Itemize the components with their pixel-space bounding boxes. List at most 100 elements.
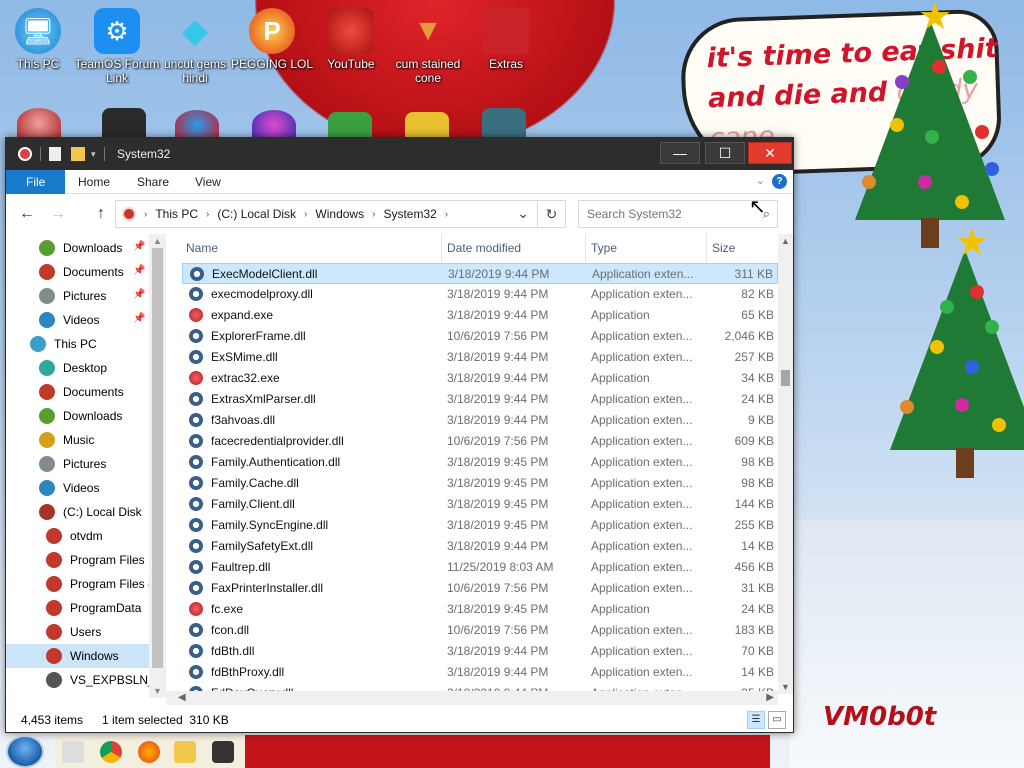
breadcrumb-windows[interactable]: Windows (315, 207, 364, 221)
breadcrumb-this-pc[interactable]: This PC (155, 207, 198, 221)
file-row[interactable]: facecredentialprovider.dll 10/6/2019 7:56… (182, 431, 778, 452)
file-row[interactable]: ExplorerFrame.dll 10/6/2019 7:56 PM Applic… (182, 326, 778, 347)
column-name[interactable]: Name (186, 241, 218, 255)
sidebar-item[interactable]: ProgramData (6, 596, 149, 620)
file-row[interactable]: Family.SyncEngine.dll 3/18/2019 9:45 PM Ap… (182, 515, 778, 536)
file-row[interactable]: execmodelproxy.dll 3/18/2019 9:44 PM Appli… (182, 284, 778, 305)
file-row[interactable]: expand.exe 3/18/2019 9:44 PM Application 65… (182, 305, 778, 326)
desktop-icon-partial[interactable] (17, 108, 61, 138)
up-button[interactable]: ↑ (92, 205, 110, 223)
tab-view[interactable]: View (181, 170, 235, 194)
firefox-icon[interactable] (138, 741, 160, 763)
sidebar-item[interactable]: otvdm (6, 524, 149, 548)
horizontal-scrollbar[interactable]: ◀ ▶ (166, 691, 778, 705)
file-list-scrollbar[interactable]: ▲ ▼ (778, 234, 793, 694)
new-folder-icon[interactable] (71, 147, 85, 161)
search-input[interactable] (587, 201, 757, 227)
minimize-button[interactable]: — (660, 142, 700, 164)
sidebar-item[interactable]: Downloads 📌 (6, 236, 149, 260)
file-row[interactable]: ExecModelClient.dll 3/18/2019 9:44 PM Appl… (182, 263, 778, 284)
tab-home[interactable]: Home (64, 170, 124, 194)
properties-icon[interactable] (49, 147, 61, 161)
address-bar[interactable]: › This PC › (C:) Local Disk › Windows › … (115, 200, 538, 228)
file-row[interactable]: Faultrep.dll 11/25/2019 8:03 AM Applicatio… (182, 557, 778, 578)
navigation-pane[interactable]: Downloads 📌 Documents 📌 Pictures 📌 Videos 📌 This… (6, 234, 149, 698)
scroll-up-icon[interactable]: ▲ (781, 236, 790, 246)
tab-share[interactable]: Share (123, 170, 183, 194)
scroll-right-icon[interactable]: ▶ (766, 692, 774, 703)
file-row[interactable]: ExSMime.dll 3/18/2019 9:44 PM Application … (182, 347, 778, 368)
sidebar-item[interactable]: Music (6, 428, 149, 452)
title-bar[interactable]: ▾ System32 — ☐ ✕ (6, 138, 793, 170)
sidebar-item[interactable]: Pictures (6, 452, 149, 476)
nav-pane-scrollbar[interactable]: ▲ ▼ (149, 234, 166, 698)
sidebar-item[interactable]: Documents (6, 380, 149, 404)
help-icon[interactable]: ? (772, 174, 787, 189)
maximize-button[interactable]: ☐ (705, 142, 745, 164)
file-row[interactable]: extrac32.exe 3/18/2019 9:44 PM Application… (182, 368, 778, 389)
desktop-icon-partial[interactable] (252, 110, 296, 140)
refresh-button[interactable]: ↻ (538, 200, 566, 228)
file-row[interactable]: Family.Cache.dll 3/18/2019 9:45 PM Applica… (182, 473, 778, 494)
column-size[interactable]: Size (712, 241, 735, 255)
desktop-icon-partial[interactable] (175, 110, 219, 140)
taskbar-app-icon[interactable] (62, 741, 84, 763)
breadcrumb-system32[interactable]: System32 (383, 207, 436, 221)
address-dropdown-icon[interactable]: ⌄ (517, 205, 529, 222)
sidebar-item[interactable]: This PC (6, 332, 149, 356)
desktop-icon-partial[interactable] (102, 108, 146, 138)
column-type[interactable]: Type (591, 241, 617, 255)
desktop-icon-teamos[interactable]: ⚙ TeamOS Forum Link (74, 8, 160, 85)
breadcrumb-local-disk[interactable]: (C:) Local Disk (217, 207, 296, 221)
scrollbar-thumb[interactable] (781, 370, 790, 386)
sidebar-item[interactable]: Videos 📌 (6, 308, 149, 332)
file-row[interactable]: f3ahvoas.dll 3/18/2019 9:44 PM Application… (182, 410, 778, 431)
file-row[interactable]: fc.exe 3/18/2019 9:45 PM Application 24 KB (182, 599, 778, 620)
desktop-icon-cone[interactable]: ▼ cum stained cone (385, 8, 471, 86)
tab-file[interactable]: File (6, 170, 66, 194)
scroll-down-icon[interactable]: ▼ (153, 686, 162, 696)
sidebar-item[interactable]: (C:) Local Disk (6, 500, 149, 524)
sidebar-item[interactable]: Users (6, 620, 149, 644)
sidebar-item[interactable]: Desktop (6, 356, 149, 380)
large-icons-view-button[interactable]: ▭ (768, 711, 786, 729)
file-row[interactable]: fdBthProxy.dll 3/18/2019 9:44 PM Applicati… (182, 662, 778, 683)
taskbar-app-icon[interactable] (212, 741, 234, 763)
desktop-icon-partial[interactable] (482, 108, 526, 138)
sidebar-item[interactable]: Program Files (6, 548, 149, 572)
start-button[interactable] (6, 735, 44, 768)
file-row[interactable]: FamilySafetyExt.dll 3/18/2019 9:44 PM Appl… (182, 536, 778, 557)
sidebar-item[interactable]: Program Files ( (6, 572, 149, 596)
file-explorer-icon[interactable] (174, 741, 196, 763)
sidebar-item[interactable]: Videos (6, 476, 149, 500)
scroll-up-icon[interactable]: ▲ (153, 236, 162, 246)
file-row[interactable]: ExtrasXmlParser.dll 3/18/2019 9:44 PM Appl… (182, 389, 778, 410)
scrollbar-thumb[interactable] (152, 248, 163, 668)
scroll-down-icon[interactable]: ▼ (781, 682, 790, 692)
ribbon-expand-icon[interactable]: ⌄ (756, 174, 765, 187)
sidebar-item[interactable]: VS_EXPBSLN_x (6, 668, 149, 692)
chevron-down-icon[interactable]: ▾ (91, 149, 96, 160)
file-row[interactable]: Family.Authentication.dll 3/18/2019 9:45 … (182, 452, 778, 473)
column-date-modified[interactable]: Date modified (447, 241, 521, 255)
file-list[interactable]: ⌃ Name Date modified Type Size ExecModel… (182, 234, 778, 694)
file-row[interactable]: FaxPrinterInstaller.dll 10/6/2019 7:56 PM… (182, 578, 778, 599)
sidebar-item[interactable]: Windows (6, 644, 149, 668)
search-box[interactable]: ⌕ (578, 200, 778, 228)
file-row[interactable]: fdBth.dll 3/18/2019 9:44 PM Application ex… (182, 641, 778, 662)
desktop-icon-extras[interactable]: Extras (463, 8, 549, 71)
explorer-window[interactable]: ▾ System32 — ☐ ✕ File Home Share View ⌄ … (5, 137, 794, 733)
desktop-icon-youtube[interactable]: YouTube (308, 8, 394, 71)
back-button[interactable]: ← (18, 205, 36, 223)
file-row[interactable]: fcon.dll 10/6/2019 7:56 PM Application ext… (182, 620, 778, 641)
sidebar-item[interactable]: Documents 📌 (6, 260, 149, 284)
sidebar-item[interactable]: Downloads (6, 404, 149, 428)
scroll-left-icon[interactable]: ◀ (178, 692, 186, 703)
forward-button[interactable]: → (49, 205, 67, 223)
desktop-icon-uncut-gems[interactable]: ◆ uncut gems hindi (152, 8, 238, 85)
details-view-button[interactable]: ☰ (747, 711, 765, 729)
close-button[interactable]: ✕ (748, 142, 792, 164)
chrome-icon[interactable] (100, 741, 122, 763)
file-row[interactable]: Family.Client.dll 3/18/2019 9:45 PM Applic… (182, 494, 778, 515)
sidebar-item[interactable]: Pictures 📌 (6, 284, 149, 308)
